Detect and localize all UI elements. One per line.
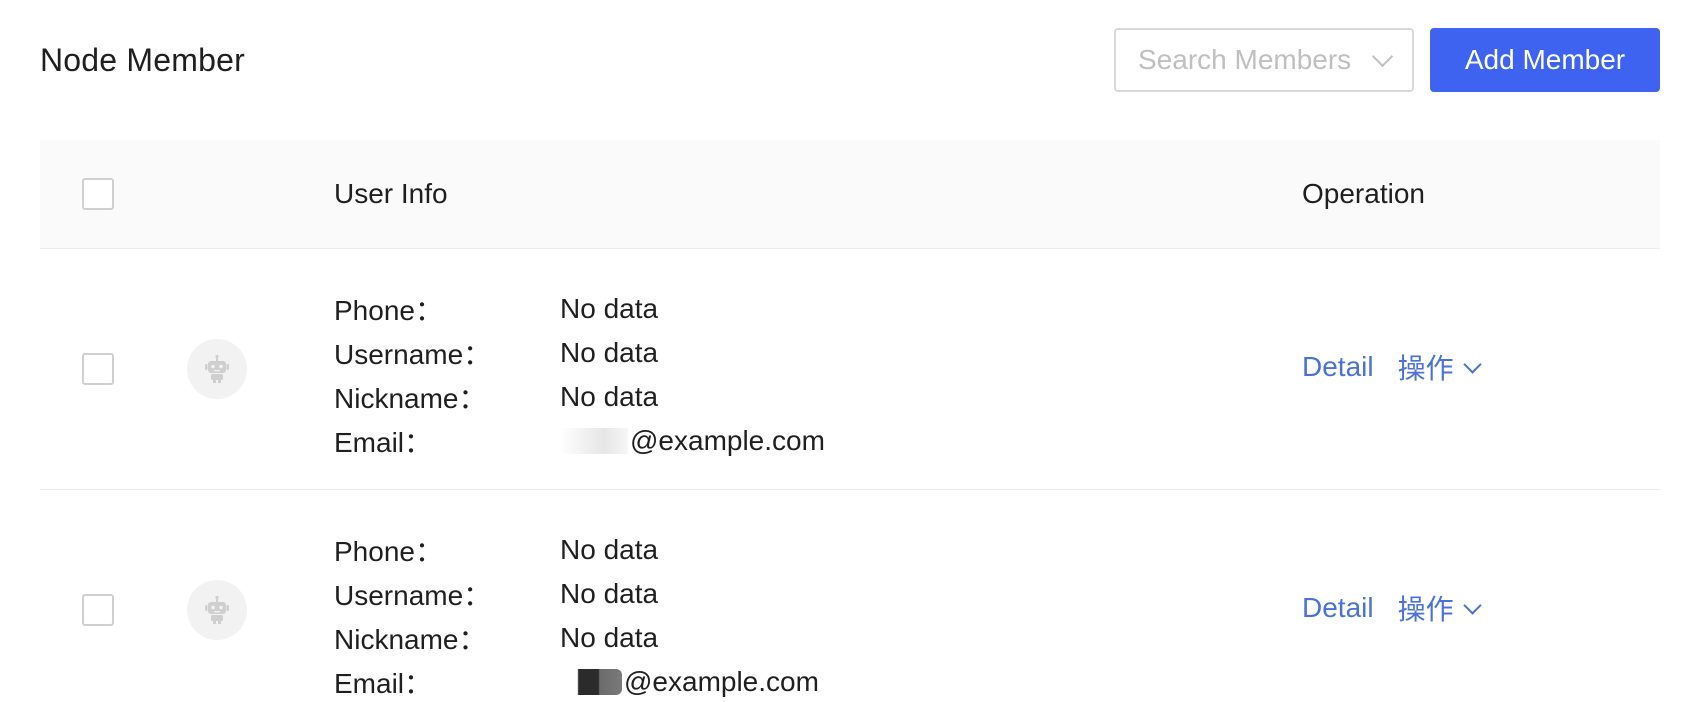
nickname-value: No data <box>560 381 659 412</box>
page-title: Node Member <box>40 41 245 78</box>
avatar <box>187 339 247 399</box>
row-operations: Detail 操作 <box>1302 347 1482 387</box>
redaction-mask <box>560 428 628 454</box>
robot-icon <box>205 595 229 624</box>
column-header-operation: Operation <box>1302 178 1425 209</box>
email-value: @example.com <box>630 425 825 456</box>
username-label: Username： <box>334 580 492 611</box>
redaction-mask <box>560 669 622 695</box>
username-label: Username： <box>334 339 492 370</box>
detail-link[interactable]: Detail <box>1302 351 1374 383</box>
operations-label: 操作 <box>1397 353 1454 384</box>
operations-label: 操作 <box>1397 594 1454 625</box>
phone-line: Phone： No data <box>334 528 819 572</box>
phone-value: No data <box>560 534 659 565</box>
detail-link[interactable]: Detail <box>1302 592 1374 624</box>
user-info: Phone： No data Username： No data Nicknam… <box>334 287 825 463</box>
member-table: User Info Operation Phone： No data Usern… <box>40 140 1660 702</box>
select-all-checkbox[interactable] <box>82 178 114 210</box>
chevron-down-icon <box>1462 354 1482 374</box>
email-value: @example.com <box>624 666 819 697</box>
row-checkbox[interactable] <box>82 594 114 626</box>
chevron-down-icon <box>1371 45 1394 67</box>
page-header: Node Member Search Members Add Member <box>40 28 1660 92</box>
username-line: Username： No data <box>334 331 825 375</box>
email-value-wrap: @example.com <box>560 425 825 457</box>
avatar <box>187 580 247 640</box>
operations-dropdown[interactable]: 操作 <box>1397 588 1482 628</box>
add-member-button[interactable]: Add Member <box>1430 28 1660 92</box>
table-header: User Info Operation <box>40 140 1660 249</box>
search-placeholder: Search Members <box>1138 44 1352 75</box>
user-info: Phone： No data Username： No data Nicknam… <box>334 528 819 702</box>
row-operations: Detail 操作 <box>1302 588 1482 628</box>
username-value: No data <box>560 578 659 609</box>
header-actions: Search Members Add Member <box>1114 28 1660 92</box>
robot-icon <box>205 354 229 383</box>
email-line: Email： @example.com <box>334 419 825 463</box>
email-line: Email： @example.com <box>334 660 819 702</box>
username-value: No data <box>560 337 659 368</box>
phone-line: Phone： No data <box>334 287 825 331</box>
phone-label: Phone： <box>334 295 443 326</box>
nickname-line: Nickname： No data <box>334 616 819 660</box>
phone-label: Phone： <box>334 536 443 567</box>
column-header-user-info: User Info <box>334 178 448 209</box>
table-row: Phone： No data Username： No data Nicknam… <box>40 249 1660 490</box>
nickname-label: Nickname： <box>334 383 487 414</box>
table-row: Phone： No data Username： No data Nicknam… <box>40 490 1660 702</box>
email-label: Email： <box>334 427 433 458</box>
email-value-wrap: @example.com <box>560 666 819 698</box>
nickname-line: Nickname： No data <box>334 375 825 419</box>
search-members-select[interactable]: Search Members <box>1114 28 1414 92</box>
node-member-page: Node Member Search Members Add Member Us… <box>0 0 1692 702</box>
username-line: Username： No data <box>334 572 819 616</box>
operations-dropdown[interactable]: 操作 <box>1397 347 1482 387</box>
nickname-value: No data <box>560 622 659 653</box>
email-label: Email： <box>334 668 433 699</box>
row-checkbox[interactable] <box>82 353 114 385</box>
phone-value: No data <box>560 293 659 324</box>
nickname-label: Nickname： <box>334 624 487 655</box>
chevron-down-icon <box>1462 595 1482 615</box>
